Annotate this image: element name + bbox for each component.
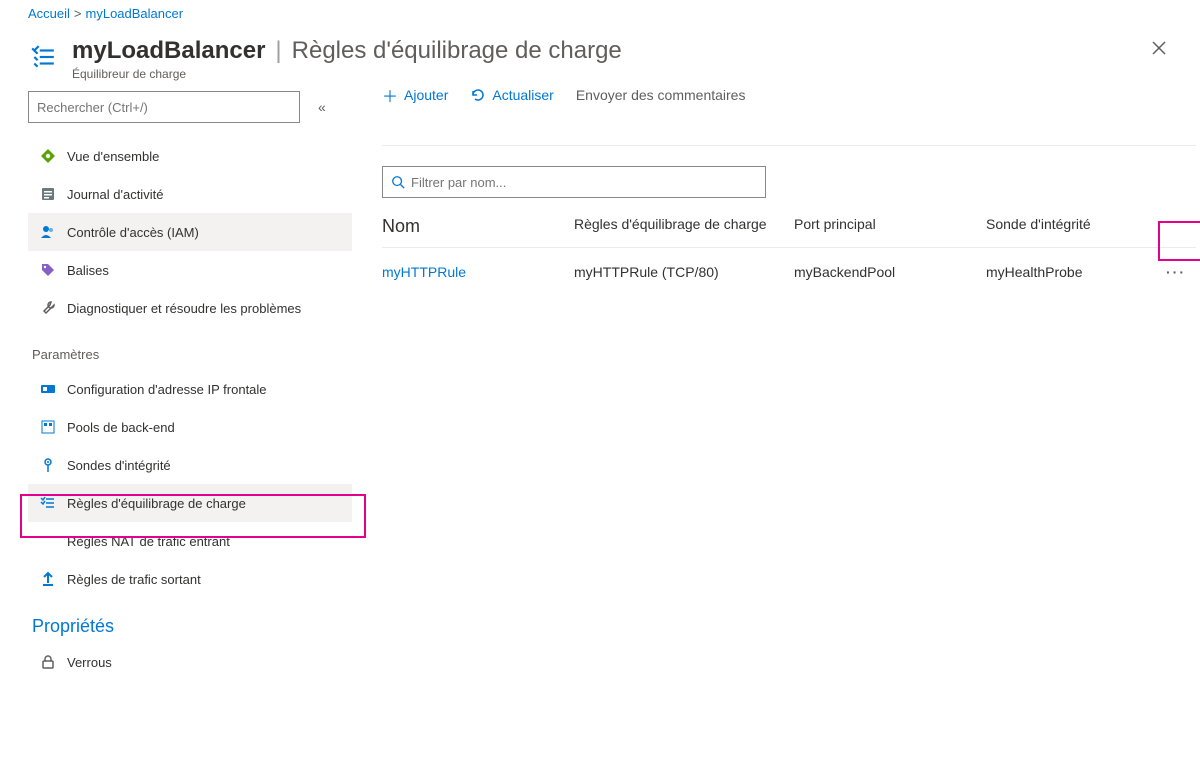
add-button[interactable]: ＋ Ajouter (382, 83, 448, 107)
refresh-label: Actualiser (492, 87, 553, 103)
main-content: ＋ Ajouter Actualiser Envoyer des comment… (352, 91, 1200, 681)
health-probe-icon (35, 457, 61, 473)
sidebar: « Vue d'ensemble Journal d'activité Cont… (28, 91, 352, 681)
search-icon (391, 175, 405, 189)
collapse-sidebar-button[interactable]: « (318, 99, 326, 115)
sidebar-item-label: Contrôle d'accès (IAM) (67, 225, 199, 240)
filter-box[interactable] (382, 166, 766, 198)
feedback-button[interactable]: Envoyer des commentaires (576, 87, 746, 103)
outbound-rules-icon (35, 571, 61, 587)
sidebar-item-activity-log[interactable]: Journal d'activité (28, 175, 352, 213)
refresh-icon (470, 87, 486, 103)
overview-icon (35, 148, 61, 164)
sidebar-item-tags[interactable]: Balises (28, 251, 352, 289)
sidebar-item-frontend-ip[interactable]: Configuration d'adresse IP frontale (28, 370, 352, 408)
cell-health: myHealthProbe (986, 264, 1156, 280)
refresh-button[interactable]: Actualiser (470, 87, 553, 103)
table-header: Nom Règles d'équilibrage de charge Port … (382, 216, 1196, 247)
breadcrumb: Accueil > myLoadBalancer (0, 0, 1200, 25)
sidebar-item-label: Verrous (67, 655, 112, 670)
sidebar-item-label: Règles de trafic sortant (67, 572, 201, 587)
col-name[interactable]: Nom (382, 216, 574, 237)
sidebar-item-backend-pools[interactable]: Pools de back-end (28, 408, 352, 446)
backend-pools-icon (35, 419, 61, 435)
sidebar-item-label: Balises (67, 263, 109, 278)
sidebar-group-properties[interactable]: Propriétés (28, 598, 352, 643)
breadcrumb-current[interactable]: myLoadBalancer (86, 6, 184, 21)
rules-table: Nom Règles d'équilibrage de charge Port … (382, 216, 1196, 296)
sidebar-group-settings: Paramètres (28, 327, 352, 370)
activity-log-icon (35, 186, 61, 202)
filter-input[interactable] (411, 175, 757, 190)
frontend-ip-icon (35, 381, 61, 397)
tag-icon (35, 262, 61, 278)
col-rule[interactable]: Règles d'équilibrage de charge (574, 216, 794, 237)
sidebar-item-label: Diagnostiquer et résoudre les problèmes (67, 301, 301, 316)
people-icon (35, 224, 61, 240)
sidebar-item-label: Configuration d'adresse IP frontale (67, 382, 267, 397)
sidebar-item-label: Règles NAT de trafic entrant (67, 534, 230, 549)
table-row: myHTTPRule myHTTPRule (TCP/80) myBackend… (382, 247, 1196, 296)
page-header: myLoadBalancer|Règles d'équilibrage de c… (0, 25, 1200, 91)
sidebar-item-outbound-rules[interactable]: Règles de trafic sortant (28, 560, 352, 598)
resource-name: myLoadBalancer (72, 37, 265, 64)
sidebar-item-overview[interactable]: Vue d'ensemble (28, 137, 352, 175)
wrench-icon (35, 300, 61, 316)
sidebar-item-label: Vue d'ensemble (67, 149, 159, 164)
toolbar: ＋ Ajouter Actualiser Envoyer des comment… (382, 91, 1196, 146)
sidebar-item-health-probes[interactable]: Sondes d'intégrité (28, 446, 352, 484)
sidebar-item-access-control[interactable]: Contrôle d'accès (IAM) (28, 213, 352, 251)
add-label: Ajouter (404, 87, 448, 103)
lock-icon (35, 654, 61, 670)
breadcrumb-separator: > (74, 6, 82, 21)
sidebar-item-nat-rules[interactable]: Règles NAT de trafic entrant (28, 522, 352, 560)
breadcrumb-home[interactable]: Accueil (28, 6, 70, 21)
cell-rule: myHTTPRule (TCP/80) (574, 264, 794, 280)
sidebar-item-locks[interactable]: Verrous (28, 643, 352, 681)
load-balancer-rules-icon (28, 37, 58, 77)
plus-icon: ＋ (382, 83, 398, 107)
row-context-menu-button[interactable]: ··· (1156, 258, 1196, 286)
sidebar-item-diagnose[interactable]: Diagnostiquer et résoudre les problèmes (28, 289, 352, 327)
feedback-label: Envoyer des commentaires (576, 87, 746, 103)
lb-rules-icon (35, 495, 61, 511)
sidebar-item-label: Sondes d'intégrité (67, 458, 171, 473)
sidebar-item-lb-rules[interactable]: Règles d'équilibrage de charge (28, 484, 352, 522)
cell-port: myBackendPool (794, 264, 986, 280)
page-title: myLoadBalancer|Règles d'équilibrage de c… (72, 37, 622, 65)
close-button[interactable] (1152, 41, 1166, 55)
cell-name[interactable]: myHTTPRule (382, 264, 574, 280)
sidebar-item-label: Pools de back-end (67, 420, 175, 435)
sidebar-item-label: Journal d'activité (67, 187, 163, 202)
sidebar-search-input[interactable] (28, 91, 300, 123)
section-name: Règles d'équilibrage de charge (292, 37, 622, 64)
col-port[interactable]: Port principal (794, 216, 986, 237)
resource-type-label: Équilibreur de charge (72, 67, 1172, 81)
col-health[interactable]: Sonde d'intégrité (986, 216, 1156, 237)
sidebar-item-label: Règles d'équilibrage de charge (67, 496, 246, 511)
